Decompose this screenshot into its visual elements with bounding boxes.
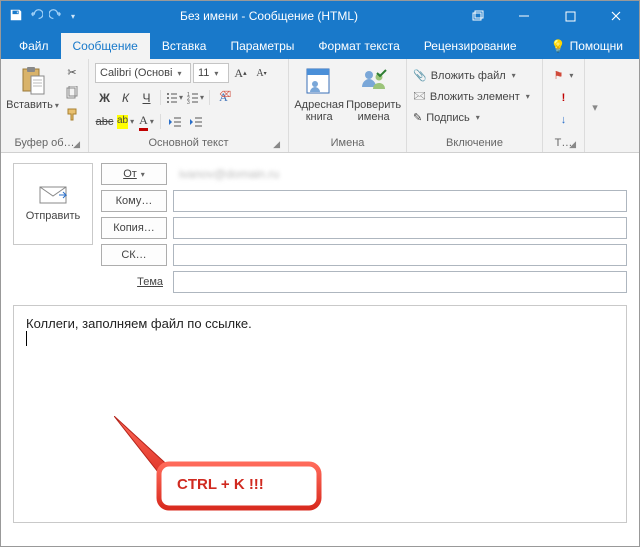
from-button[interactable]: От▾ [101, 163, 167, 185]
copy-button[interactable] [62, 84, 82, 102]
minimize-button[interactable] [501, 1, 547, 31]
address-book-icon [303, 65, 335, 97]
group-names-label: Имена [295, 135, 400, 152]
tab-insert[interactable]: Вставка [150, 33, 219, 59]
outdent-button[interactable] [165, 112, 184, 131]
compose-window: ▾ Без имени - Сообщение (HTML) Файл Сооб… [0, 0, 640, 547]
group-font-label: Основной текст [149, 137, 229, 149]
message-body[interactable]: Коллеги, заполняем файл по ссылке. CTRL … [13, 305, 627, 523]
qat-customize-icon[interactable]: ▾ [71, 12, 75, 21]
clear-formatting-button[interactable]: A⌫ [214, 88, 233, 107]
ribbon-tabs: Файл Сообщение Вставка Параметры Формат … [1, 31, 639, 59]
svg-text:3: 3 [187, 100, 190, 104]
lightbulb-icon: 💡 [551, 39, 566, 53]
tab-file[interactable]: Файл [7, 33, 61, 59]
scissors-icon: ✂ [67, 66, 76, 79]
group-names: Адресная книга Проверить имена Имена [289, 59, 407, 152]
attach-file-button[interactable]: 📎Вложить файл▾ [413, 66, 516, 85]
tab-format[interactable]: Формат текста [306, 33, 411, 59]
save-icon[interactable] [9, 8, 23, 25]
ribbon-overflow[interactable]: ▾ [585, 59, 605, 152]
font-color-button[interactable]: A▾ [137, 112, 156, 131]
follow-up-button[interactable]: ⚑▾ [554, 66, 574, 85]
attach-item-button[interactable]: 🖂Вложить элемент▾ [413, 87, 530, 106]
importance-low-icon: ↓ [561, 114, 567, 126]
highlight-button[interactable]: ab▾ [116, 112, 135, 131]
group-clipboard-label: Буфер об… [14, 137, 74, 149]
to-button[interactable]: Кому… [101, 190, 167, 212]
italic-button[interactable]: К [116, 88, 135, 107]
maximize-button[interactable] [547, 1, 593, 31]
low-importance-button[interactable]: ↓ [561, 110, 567, 129]
bullets-button[interactable]: ▾ [165, 88, 184, 107]
numbering-icon: 123 [187, 92, 198, 104]
undo-icon[interactable] [29, 8, 43, 25]
bullets-icon [166, 92, 177, 104]
cut-button[interactable]: ✂ [62, 63, 82, 81]
outdent-icon [168, 116, 182, 128]
paste-button[interactable]: Вставить▾ [7, 63, 58, 114]
flag-icon: ⚑ [554, 69, 564, 82]
group-include: 📎Вложить файл▾ 🖂Вложить элемент▾ ✎Подпис… [407, 59, 543, 152]
group-clipboard: Вставить▾ ✂ Буфер об…◢ [1, 59, 89, 152]
signature-icon: ✎ [413, 111, 422, 124]
body-text: Коллеги, заполняем файл по ссылке. [26, 316, 614, 331]
grow-font-button[interactable]: A▴ [231, 64, 250, 83]
tab-help[interactable]: 💡Помощни [539, 33, 633, 59]
signature-button[interactable]: ✎Подпись▾ [413, 108, 480, 127]
tab-options[interactable]: Параметры [218, 33, 306, 59]
titlebar: ▾ Без имени - Сообщение (HTML) [1, 1, 639, 31]
brush-icon [65, 107, 79, 121]
group-font: Calibri (Основі▾ 11▾ A▴ A▾ Ж К Ч ▾ 123▾ … [89, 59, 289, 152]
attach-item-icon: 🖂 [413, 87, 426, 106]
close-button[interactable] [593, 1, 639, 31]
importance-high-icon: ! [562, 92, 566, 104]
text-cursor [26, 331, 27, 346]
check-names-icon [358, 65, 390, 97]
high-importance-button[interactable]: ! [562, 88, 566, 107]
font-size-combo[interactable]: 11▾ [193, 63, 229, 83]
bcc-button[interactable]: СК… [101, 244, 167, 266]
to-input[interactable] [173, 190, 627, 212]
indent-button[interactable] [186, 112, 205, 131]
group-tags: ⚑▾ ! ↓ Т…◢ [543, 59, 585, 152]
indent-icon [189, 116, 203, 128]
bold-button[interactable]: Ж [95, 88, 114, 107]
shrink-font-button[interactable]: A▾ [252, 64, 271, 83]
dialog-launcher-icon[interactable]: ◢ [73, 139, 80, 150]
send-button[interactable]: Отправить [13, 163, 93, 245]
tab-review[interactable]: Рецензирование [412, 33, 529, 59]
numbering-button[interactable]: 123▾ [186, 88, 205, 107]
dialog-launcher-icon[interactable]: ◢ [273, 139, 280, 150]
check-names-button[interactable]: Проверить имена [347, 63, 400, 125]
window-title: Без имени - Сообщение (HTML) [83, 9, 455, 23]
address-book-button[interactable]: Адресная книга [295, 63, 343, 125]
group-include-label: Включение [413, 135, 536, 152]
underline-button[interactable]: Ч [137, 88, 156, 107]
strike-button[interactable]: abє [95, 112, 114, 131]
cc-input[interactable] [173, 217, 627, 239]
send-icon [39, 186, 67, 204]
cc-button[interactable]: Копия… [101, 217, 167, 239]
tab-message[interactable]: Сообщение [61, 33, 150, 59]
dialog-launcher-icon[interactable]: ◢ [569, 139, 576, 150]
popout-button[interactable] [455, 1, 501, 31]
annotation-callout: CTRL + K !!! [114, 416, 334, 519]
header-fields: Отправить От▾ ivanov@domain.ru Кому… Коп… [1, 153, 639, 299]
from-value: ivanov@domain.ru [173, 163, 627, 185]
ribbon: Вставить▾ ✂ Буфер об…◢ Calibri (Основі▾ … [1, 59, 639, 153]
subject-input[interactable] [173, 271, 627, 293]
subject-label: Тема [101, 276, 167, 288]
redo-icon[interactable] [49, 8, 63, 25]
quick-access-toolbar: ▾ [1, 8, 83, 25]
paperclip-icon: 📎 [413, 69, 427, 82]
bcc-input[interactable] [173, 244, 627, 266]
copy-icon [65, 86, 79, 100]
font-name-combo[interactable]: Calibri (Основі▾ [95, 63, 191, 83]
format-painter-button[interactable] [62, 105, 82, 123]
paste-icon [17, 65, 49, 97]
callout-text: CTRL + K !!! [177, 476, 264, 493]
